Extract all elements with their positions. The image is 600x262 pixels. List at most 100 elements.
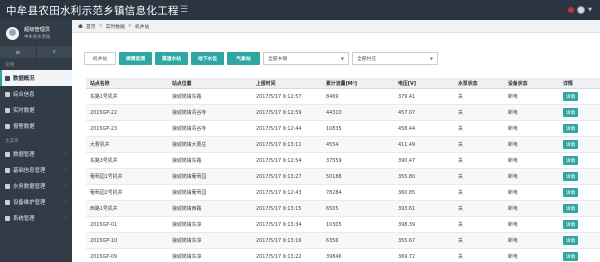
cell-location: 狼城岗镇东漳 — [172, 222, 202, 228]
breadcrumb: 首页 > 实时数据 > 机井站 — [72, 20, 600, 33]
cell-details: 详情 — [559, 92, 594, 101]
column-header: 上报时间 — [256, 80, 276, 87]
sidebar-item-device-maintenance[interactable]: 设备维护管理 ‹ — [0, 194, 72, 210]
sidebar-item-system-management[interactable]: 系统管理 ‹ — [0, 210, 72, 226]
cell-flow: 44310 — [326, 109, 342, 116]
table-row: 西路1号机井 狼城岗镇西路 2017/5/17 9:13:15 6505 393.61 关… — [86, 201, 600, 217]
cell-details: 详情 — [559, 236, 594, 245]
table-row: 葡萄园1号机井 狼城岗镇葡萄园 2017/5/17 9:13:27 50188 355.… — [86, 169, 600, 185]
cell-time: 2017/5/17 9:13:27 — [256, 173, 302, 180]
sidebar-item-overview[interactable]: 数据概况 — [0, 70, 72, 86]
cell-device: 断电 — [508, 142, 518, 148]
table-body: 东路1号机井 狼城岗镇东路 2017/5/17 9:12:57 8469 379.41 关… — [86, 89, 600, 262]
basic-info-icon — [5, 167, 10, 173]
cell-time: 2017/5/17 9:13:11 — [256, 141, 302, 148]
breadcrumb-realtime[interactable]: 实时数据 — [106, 23, 125, 30]
sidebar-item-label: 设备维护管理 — [13, 200, 46, 206]
sidebar-expand-icon[interactable]: ≡ — [0, 46, 36, 58]
cell-pump: 关 — [458, 94, 463, 100]
cell-time: 2017/5/17 9:12:43 — [256, 189, 302, 196]
well-station-table: 站点名称 站点位置 上报时间 累计流量[M³] 电压[V] 水泵状态 设备状态 … — [86, 78, 600, 262]
column-header: 累计流量[M³] — [326, 80, 358, 87]
user-avatar[interactable] — [577, 6, 586, 14]
cell-pump: 关 — [458, 158, 463, 164]
tab-weather-station[interactable]: 气象站 — [227, 52, 260, 65]
cell-voltage: 390.47 — [398, 157, 416, 164]
cell-device: 断电 — [508, 238, 518, 244]
sidebar-item-alarm-data[interactable]: 报警数据 — [0, 118, 72, 134]
town-select[interactable]: 全部乡镇 ▼ — [263, 52, 349, 65]
cell-details: 详情 — [559, 108, 594, 117]
cell-time: 2017/5/17 9:12:44 — [256, 125, 302, 132]
cell-flow: 4554 — [326, 141, 339, 148]
cell-device: 断电 — [508, 126, 518, 132]
chevron-left-icon: ‹ — [65, 199, 67, 205]
details-button[interactable]: 详情 — [563, 252, 579, 261]
cell-voltage: 360.85 — [398, 189, 416, 196]
sidebar-item-basic-info[interactable]: 基础信息管理 ‹ — [0, 162, 72, 178]
tab-well-station[interactable]: 机井站 — [84, 52, 116, 65]
column-header: 电压[V] — [398, 80, 417, 87]
details-button[interactable]: 详情 — [563, 108, 579, 117]
notification-icon[interactable] — [568, 7, 575, 13]
sidebar-item-label: 数据概况 — [13, 76, 35, 82]
details-button[interactable]: 详情 — [563, 220, 579, 229]
cell-flow: 6356 — [326, 237, 339, 244]
cell-voltage: 458.44 — [398, 125, 416, 132]
cell-flow: 50188 — [326, 173, 342, 180]
sidebar-item-data-management[interactable]: 数据管理 ‹ — [0, 146, 72, 162]
cell-location: 狼城岗镇青谷寺 — [172, 126, 207, 132]
cell-details: 详情 — [559, 124, 594, 133]
data-icon — [5, 151, 10, 157]
cell-pump: 关 — [458, 126, 463, 132]
menu-toggle-icon[interactable]: ☰ — [180, 5, 188, 15]
sidebar-item-general-info[interactable]: 综合信息 — [0, 86, 72, 102]
cell-voltage: 355.80 — [398, 173, 416, 180]
details-button[interactable]: 详情 — [563, 188, 579, 197]
cell-details: 详情 — [559, 156, 594, 165]
cell-flow: 10835 — [326, 125, 342, 132]
cell-pump: 关 — [458, 110, 463, 116]
column-header: 站点名称 — [90, 80, 110, 87]
tab-soil-moisture[interactable]: 墒情监测 — [119, 52, 152, 65]
chevron-down-icon: ▼ — [340, 56, 344, 61]
cell-device: 断电 — [508, 174, 518, 180]
details-button[interactable]: 详情 — [563, 236, 579, 245]
breadcrumb-home[interactable]: 首页 — [86, 23, 96, 30]
search-icon[interactable]: ⌕ — [35, 46, 72, 58]
cell-name: 2015GP-22 — [90, 109, 118, 116]
cell-name: 葡萄园1号机井 — [90, 174, 123, 180]
cell-voltage: 398.39 — [398, 221, 416, 228]
village-select[interactable]: 全部村庄 ▼ — [352, 52, 438, 65]
sidebar-item-water-data[interactable]: 水务数据管理 ‹ — [0, 178, 72, 194]
details-button[interactable]: 详情 — [563, 124, 579, 133]
sidebar-item-realtime-data[interactable]: 实时数据 — [0, 102, 72, 118]
profile-org: 中牟县水务局 — [24, 35, 51, 40]
cell-location: 狼城岗镇东路 — [172, 94, 202, 100]
cell-flow: 37559 — [326, 157, 342, 164]
cell-pump: 关 — [458, 190, 463, 196]
cell-location: 狼城岗镇青谷寺 — [172, 110, 207, 116]
details-button[interactable]: 详情 — [563, 140, 579, 149]
sidebar-item-label: 水务数据管理 — [13, 184, 46, 190]
details-button[interactable]: 详情 — [563, 172, 579, 181]
cell-name: 葡萄园2号机井 — [90, 190, 123, 196]
cell-details: 详情 — [559, 252, 594, 261]
chevron-left-icon: ‹ — [65, 167, 67, 173]
details-button[interactable]: 详情 — [563, 204, 579, 213]
cell-device: 断电 — [508, 206, 518, 212]
tab-groundwater[interactable]: 地下水位 — [191, 52, 224, 65]
chevron-left-icon: ‹ — [65, 151, 67, 157]
details-button[interactable]: 详情 — [563, 156, 579, 165]
breadcrumb-separator: > — [98, 23, 103, 29]
details-button[interactable]: 详情 — [563, 92, 579, 101]
cell-flow: 6505 — [326, 205, 339, 212]
wrench-icon — [5, 199, 10, 205]
cell-pump: 关 — [458, 254, 463, 260]
cell-location: 狼城岗镇西路 — [172, 206, 202, 212]
section-label-main: 主菜单 — [5, 139, 19, 144]
app-title: 中牟县农田水利示范乡镇信息化工程 — [6, 4, 179, 17]
cell-voltage: 379.41 — [398, 93, 416, 100]
tab-canal-station[interactable]: 渠道水站 — [155, 52, 188, 65]
chevron-down-icon[interactable]: ▼ — [588, 7, 592, 13]
